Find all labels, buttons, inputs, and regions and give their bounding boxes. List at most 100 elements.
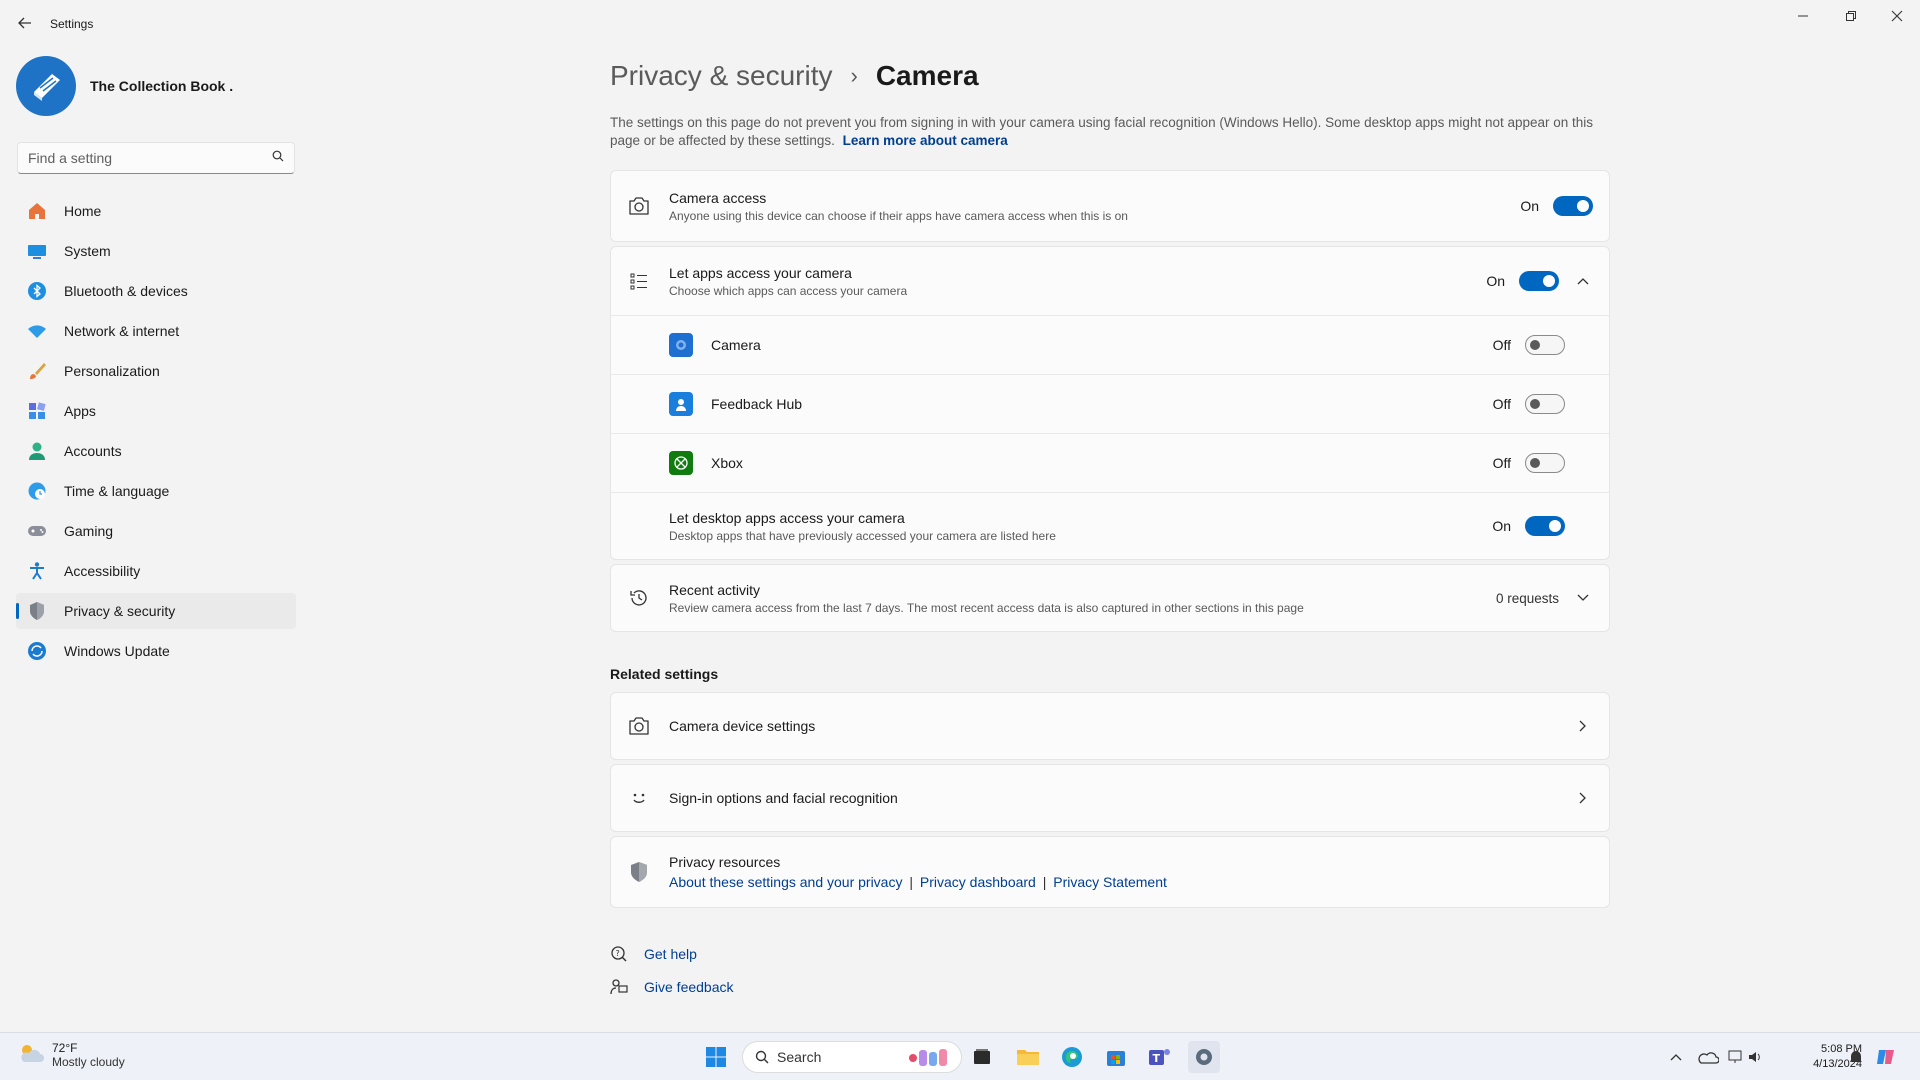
camera-icon <box>627 714 651 738</box>
sidebar-item-label: Apps <box>64 403 96 419</box>
file-explorer-icon[interactable] <box>1012 1041 1044 1073</box>
list-icon <box>627 269 651 293</box>
about-privacy-link[interactable]: About these settings and your privacy <box>669 874 902 890</box>
search-icon <box>755 1050 769 1064</box>
chevron-up-icon[interactable] <box>1573 271 1593 291</box>
desktop-apps-toggle[interactable] <box>1525 516 1565 536</box>
sign-in-options-row[interactable]: Sign-in options and facial recognition <box>611 765 1609 831</box>
search-highlight-icon <box>907 1046 951 1068</box>
description-text: The settings on this page do not prevent… <box>610 115 1594 148</box>
privacy-dashboard-link[interactable]: Privacy dashboard <box>920 874 1036 890</box>
app-state: Off <box>1492 396 1511 412</box>
sidebar-item-personalization[interactable]: Personalization <box>16 353 296 389</box>
chevron-right-icon <box>1573 788 1593 808</box>
sidebar-item-bluetooth[interactable]: Bluetooth & devices <box>16 273 296 309</box>
cloud-sun-icon <box>18 1042 44 1069</box>
learn-more-link[interactable]: Learn more about camera <box>843 133 1008 148</box>
weather-description: Mostly cloudy <box>52 1055 125 1069</box>
sidebar-item-label: Time & language <box>64 483 170 499</box>
system-icon <box>26 240 48 262</box>
close-icon[interactable] <box>1874 6 1920 26</box>
privacy-resources-card: Privacy resources About these settings a… <box>610 836 1610 908</box>
camera-access-subtitle: Anyone using this device can choose if t… <box>669 208 1128 223</box>
sidebar-item-windows-update[interactable]: Windows Update <box>16 633 296 669</box>
sidebar-item-system[interactable]: System <box>16 233 296 269</box>
feedback-hub-toggle[interactable] <box>1525 394 1565 414</box>
brush-icon <box>26 360 48 382</box>
give-feedback-link[interactable]: Give feedback <box>610 975 1610 999</box>
sign-in-options-label: Sign-in options and facial recognition <box>669 790 898 806</box>
clock-globe-icon <box>26 480 48 502</box>
camera-device-settings-label: Camera device settings <box>669 718 816 734</box>
sidebar-item-accounts[interactable]: Accounts <box>16 433 296 469</box>
taskbar-search[interactable]: Search <box>742 1041 962 1073</box>
sidebar-item-label: Personalization <box>64 363 160 379</box>
edge-icon[interactable] <box>1056 1041 1088 1073</box>
camera-device-settings-row[interactable]: Camera device settings <box>611 693 1609 759</box>
user-profile[interactable]: The Collection Book . <box>16 56 233 116</box>
recent-activity-card[interactable]: Recent activity Review camera access fro… <box>610 564 1610 632</box>
privacy-resources-row: Privacy resources About these settings a… <box>611 837 1609 907</box>
camera-app-toggle[interactable] <box>1525 335 1565 355</box>
breadcrumb-parent[interactable]: Privacy & security <box>610 60 833 92</box>
settings-taskbar-icon[interactable] <box>1188 1041 1220 1073</box>
profile-name: The Collection Book . <box>90 78 234 94</box>
teams-icon[interactable]: T <box>1144 1041 1176 1073</box>
related-settings-heading: Related settings <box>610 666 719 682</box>
privacy-statement-link[interactable]: Privacy Statement <box>1053 874 1167 890</box>
avatar <box>16 56 76 116</box>
taskbar: 72°F Mostly cloudy Search T 5:08 PM 4/13… <box>0 1032 1920 1080</box>
app-row-feedback-hub: Feedback Hub Off <box>611 375 1609 433</box>
history-icon <box>627 586 651 610</box>
search-input[interactable] <box>28 150 272 166</box>
let-apps-row[interactable]: Let apps access your camera Choose which… <box>611 247 1609 315</box>
chevron-right-icon <box>1573 716 1593 736</box>
get-help-link[interactable]: ? Get help <box>610 942 1610 966</box>
sidebar-item-privacy-security[interactable]: Privacy & security <box>16 593 296 629</box>
feedback-hub-icon <box>669 392 693 416</box>
recent-activity-row[interactable]: Recent activity Review camera access fro… <box>611 565 1609 631</box>
copilot-icon[interactable] <box>1870 1041 1902 1073</box>
sidebar-item-accessibility[interactable]: Accessibility <box>16 553 296 589</box>
camera-access-row: Camera access Anyone using this device c… <box>611 171 1609 241</box>
task-view-icon[interactable] <box>966 1041 998 1073</box>
privacy-resources-title: Privacy resources <box>669 854 781 870</box>
desktop-apps-row: Let desktop apps access your camera Desk… <box>611 493 1609 559</box>
app-state: Off <box>1492 337 1511 353</box>
sidebar-item-home[interactable]: Home <box>16 193 296 229</box>
camera-device-settings-card[interactable]: Camera device settings <box>610 692 1610 760</box>
app-row-camera: Camera Off <box>611 316 1609 374</box>
store-icon[interactable] <box>1100 1041 1132 1073</box>
start-icon[interactable] <box>700 1041 732 1073</box>
desktop-apps-state: On <box>1492 518 1511 534</box>
sidebar-item-label: Bluetooth & devices <box>64 283 188 299</box>
sidebar-item-gaming[interactable]: Gaming <box>16 513 296 549</box>
sidebar-item-network[interactable]: Network & internet <box>16 313 296 349</box>
minimize-icon[interactable] <box>1780 6 1826 26</box>
search-box[interactable] <box>17 142 295 174</box>
sidebar-item-label: Gaming <box>64 523 114 539</box>
chevron-up-icon[interactable] <box>1660 1041 1692 1073</box>
let-apps-toggle[interactable] <box>1519 271 1559 291</box>
sidebar-item-label: Network & internet <box>64 323 180 339</box>
desktop-apps-subtitle: Desktop apps that have previously access… <box>669 528 1056 543</box>
recent-activity-subtitle: Review camera access from the last 7 day… <box>669 600 1304 615</box>
let-apps-card: Let apps access your camera Choose which… <box>610 246 1610 560</box>
camera-access-state: On <box>1520 198 1539 214</box>
restore-icon[interactable] <box>1828 6 1874 26</box>
sidebar-item-apps[interactable]: Apps <box>16 393 296 429</box>
volume-icon[interactable] <box>1740 1041 1772 1073</box>
back-arrow-icon[interactable] <box>14 12 36 34</box>
app-name: Feedback Hub <box>711 396 803 412</box>
weather-widget[interactable]: 72°F Mostly cloudy <box>18 1041 125 1069</box>
xbox-toggle[interactable] <box>1525 453 1565 473</box>
sidebar-item-time-language[interactable]: Time & language <box>16 473 296 509</box>
wifi-icon <box>26 320 48 342</box>
notification-bell-icon[interactable] <box>1840 1041 1872 1073</box>
camera-access-toggle[interactable] <box>1553 196 1593 216</box>
chevron-down-icon[interactable] <box>1573 588 1593 608</box>
let-apps-state: On <box>1486 273 1505 289</box>
sign-in-options-card[interactable]: Sign-in options and facial recognition <box>610 764 1610 832</box>
shield-icon <box>26 600 48 622</box>
app-name: Xbox <box>711 455 743 471</box>
